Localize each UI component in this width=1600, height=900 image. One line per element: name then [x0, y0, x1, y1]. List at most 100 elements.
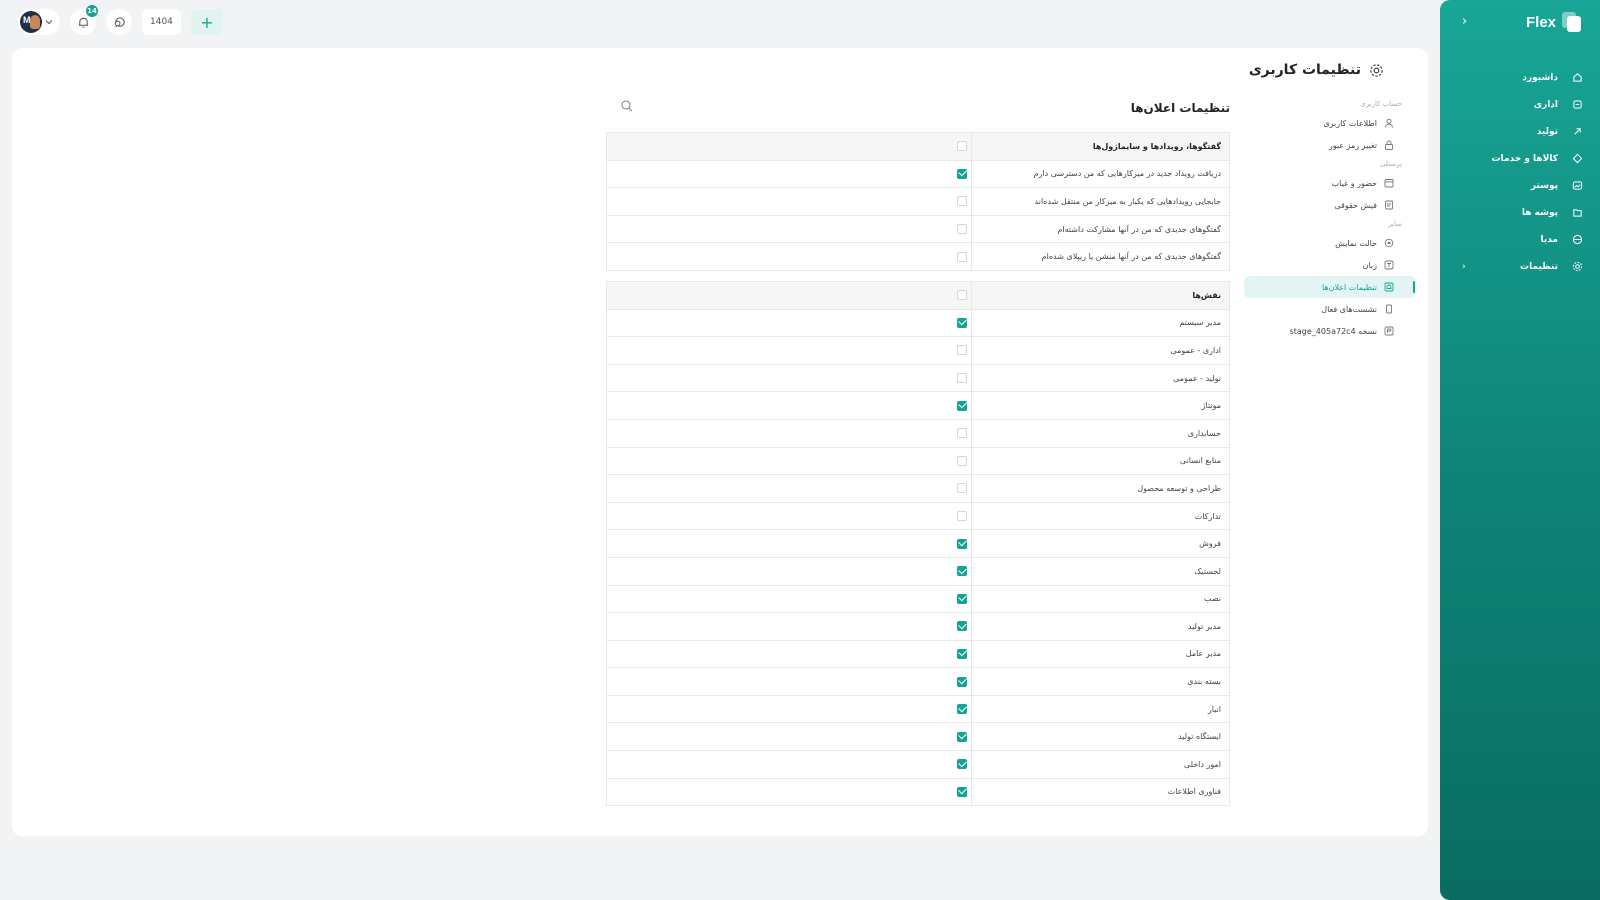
- add-button[interactable]: +: [190, 9, 223, 35]
- row-checkbox[interactable]: [957, 455, 967, 466]
- row-checkbox[interactable]: [957, 400, 967, 411]
- notifications-badge: 14: [86, 5, 98, 17]
- row-label: گفتگوهای جدیدی که من در آنها منشن یا ریپ…: [971, 242, 1230, 271]
- nav-item-label: تولید: [1536, 126, 1558, 137]
- row-checkbox[interactable]: [957, 538, 967, 549]
- checkbox-cell: [606, 694, 972, 724]
- row-checkbox[interactable]: [957, 317, 967, 328]
- nav-item-label: اداری: [1533, 99, 1558, 110]
- nav-item-office[interactable]: اداری: [1440, 91, 1600, 118]
- box-icon: [1570, 152, 1584, 166]
- nav-item-poster[interactable]: پوستر: [1440, 172, 1600, 199]
- language-icon: [1383, 260, 1394, 271]
- table-row: مدیر تولید: [606, 612, 1230, 641]
- building-icon: [1570, 98, 1584, 112]
- checkbox-cell: [606, 418, 972, 448]
- table-row: دریافت رویداد جدید در میزکارهایی که من د…: [606, 159, 1230, 189]
- row-label: حسابداری: [971, 418, 1230, 448]
- checkbox-cell: [606, 612, 972, 641]
- chevron-down-icon[interactable]: [44, 17, 54, 27]
- row-checkbox[interactable]: [957, 676, 967, 687]
- row-label: لجستیک: [971, 556, 1230, 586]
- row-checkbox[interactable]: [957, 511, 967, 522]
- row-checkbox[interactable]: [957, 483, 967, 494]
- nav-item-folders[interactable]: پوشه ها: [1440, 199, 1600, 226]
- subnav-item-active-sessions[interactable]: نشست‌های فعال: [1244, 298, 1416, 320]
- row-checkbox[interactable]: [957, 168, 967, 179]
- nav-item-label: داشبورد: [1522, 72, 1558, 83]
- checkbox-cell: [606, 584, 972, 614]
- table-row: جابجایی رویدادهایی که یکبار به میزکار من…: [606, 187, 1230, 216]
- year-selector[interactable]: 1404: [142, 9, 181, 35]
- brand: Flex: [1526, 12, 1582, 32]
- checkbox-cell: [606, 777, 972, 807]
- row-checkbox[interactable]: [957, 593, 967, 604]
- subnav-item-change-password[interactable]: تغییر رمز عبور: [1244, 134, 1416, 156]
- nav-item-dashboard[interactable]: داشبورد: [1440, 64, 1600, 91]
- row-checkbox[interactable]: [957, 345, 967, 356]
- row-label: جابجایی رویدادهایی که یکبار به میزکار من…: [971, 187, 1230, 216]
- row-checkbox[interactable]: [957, 196, 967, 207]
- subnav-group-title: پرسنلی: [1380, 160, 1402, 168]
- subnav-item-payslip[interactable]: فیش حقوقی: [1244, 194, 1416, 216]
- row-checkbox[interactable]: [957, 224, 967, 235]
- table-header-row: نقش‌ها: [606, 280, 1230, 310]
- select-all-checkbox[interactable]: [957, 290, 967, 301]
- top-bar: M 14 1404 +: [18, 5, 223, 36]
- search-icon[interactable]: [620, 99, 634, 113]
- subnav-item-label: زبان: [1362, 260, 1377, 270]
- logo-icon: [1562, 12, 1582, 32]
- subnav-item-label: حالت نمایش: [1335, 238, 1377, 248]
- select-all-checkbox[interactable]: [957, 141, 967, 152]
- checkbox-cell: [606, 132, 972, 161]
- table-row: طراحی و توسعه محصول: [606, 474, 1230, 503]
- user-menu[interactable]: M: [18, 9, 60, 35]
- nav-item-goods[interactable]: کالاها و خدمات: [1440, 145, 1600, 172]
- notifications-button[interactable]: 14: [70, 5, 98, 35]
- checkbox-cell: [606, 556, 972, 586]
- nav-item-media[interactable]: مدیا: [1440, 226, 1600, 253]
- row-checkbox[interactable]: [957, 731, 967, 742]
- subnav-item-language[interactable]: زبان: [1244, 254, 1416, 276]
- row-checkbox[interactable]: [957, 704, 967, 715]
- chat-icon: [114, 16, 125, 27]
- row-checkbox[interactable]: [957, 566, 967, 577]
- checkbox-cell: [606, 722, 972, 752]
- subnav-item-attendance[interactable]: حضور و غیاب: [1244, 172, 1416, 194]
- subnav-item-user-info[interactable]: اطلاعات کاربری: [1244, 112, 1416, 134]
- gear-icon: [1570, 260, 1584, 274]
- nav-item-production[interactable]: تولید: [1440, 118, 1600, 145]
- avatar[interactable]: M: [20, 11, 42, 33]
- subnav-item-notification-settings[interactable]: تنظیمات اعلان‌ها: [1244, 276, 1416, 298]
- chevron-left-icon[interactable]: ‹: [1462, 262, 1466, 272]
- section-title: تنظیمات اعلان‌ها: [1130, 101, 1230, 115]
- row-checkbox[interactable]: [957, 373, 967, 384]
- table-header-row: گفتگوها، رویدادها و سایماژول‌ها: [606, 132, 1230, 161]
- row-checkbox[interactable]: [957, 428, 967, 439]
- checkbox-cell: [606, 529, 972, 558]
- row-checkbox[interactable]: [957, 251, 967, 262]
- main-card: تنظیمات کاربری حساب کاربری اطلاعات کاربر…: [12, 48, 1428, 836]
- nav-item-label: پوشه ها: [1521, 207, 1558, 218]
- nav-item-label: پوستر: [1530, 180, 1558, 191]
- table-row: مدیر سیستم: [606, 308, 1230, 338]
- checkbox-cell: [606, 187, 972, 216]
- row-checkbox[interactable]: [957, 648, 967, 659]
- row-checkbox[interactable]: [957, 621, 967, 632]
- nav-item-label: تنظیمات: [1520, 261, 1558, 272]
- nav-item-settings[interactable]: تنظیمات ‹: [1440, 253, 1600, 280]
- table-row: مونتاژ: [606, 391, 1230, 420]
- subnav-item-display-mode[interactable]: حالت نمایش: [1244, 232, 1416, 254]
- settings-subnav: حساب کاربری اطلاعات کاربری تغییر رمز عبو…: [1244, 96, 1416, 342]
- checkbox-cell: [606, 446, 972, 476]
- sidebar-collapse-icon[interactable]: ‹: [1462, 14, 1467, 29]
- table-row: فروش: [606, 529, 1230, 558]
- table-row: بسته بندی: [606, 667, 1230, 696]
- checkbox-cell: [606, 159, 972, 189]
- brand-name: Flex: [1525, 13, 1556, 31]
- page-header: تنظیمات کاربری: [1249, 62, 1384, 78]
- row-checkbox[interactable]: [957, 786, 967, 797]
- chat-button[interactable]: [106, 9, 132, 35]
- row-checkbox[interactable]: [957, 759, 967, 770]
- home-icon: [1570, 71, 1584, 85]
